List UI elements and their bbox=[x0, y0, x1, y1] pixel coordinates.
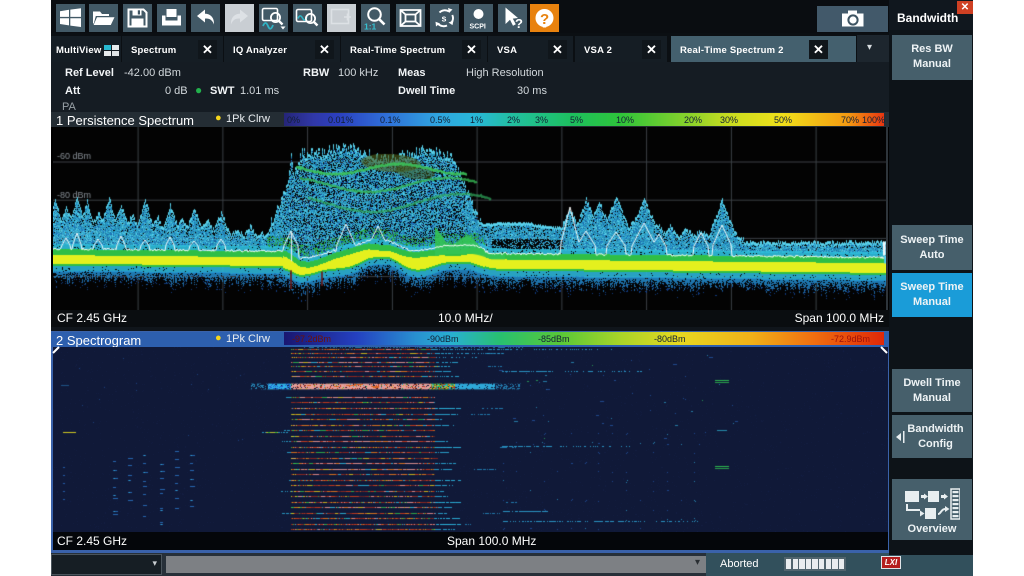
svg-text:SCPI: SCPI bbox=[470, 24, 486, 31]
svg-text:s: s bbox=[441, 14, 446, 24]
svg-text:1:1: 1:1 bbox=[364, 22, 377, 32]
svg-text:?: ? bbox=[515, 16, 523, 31]
